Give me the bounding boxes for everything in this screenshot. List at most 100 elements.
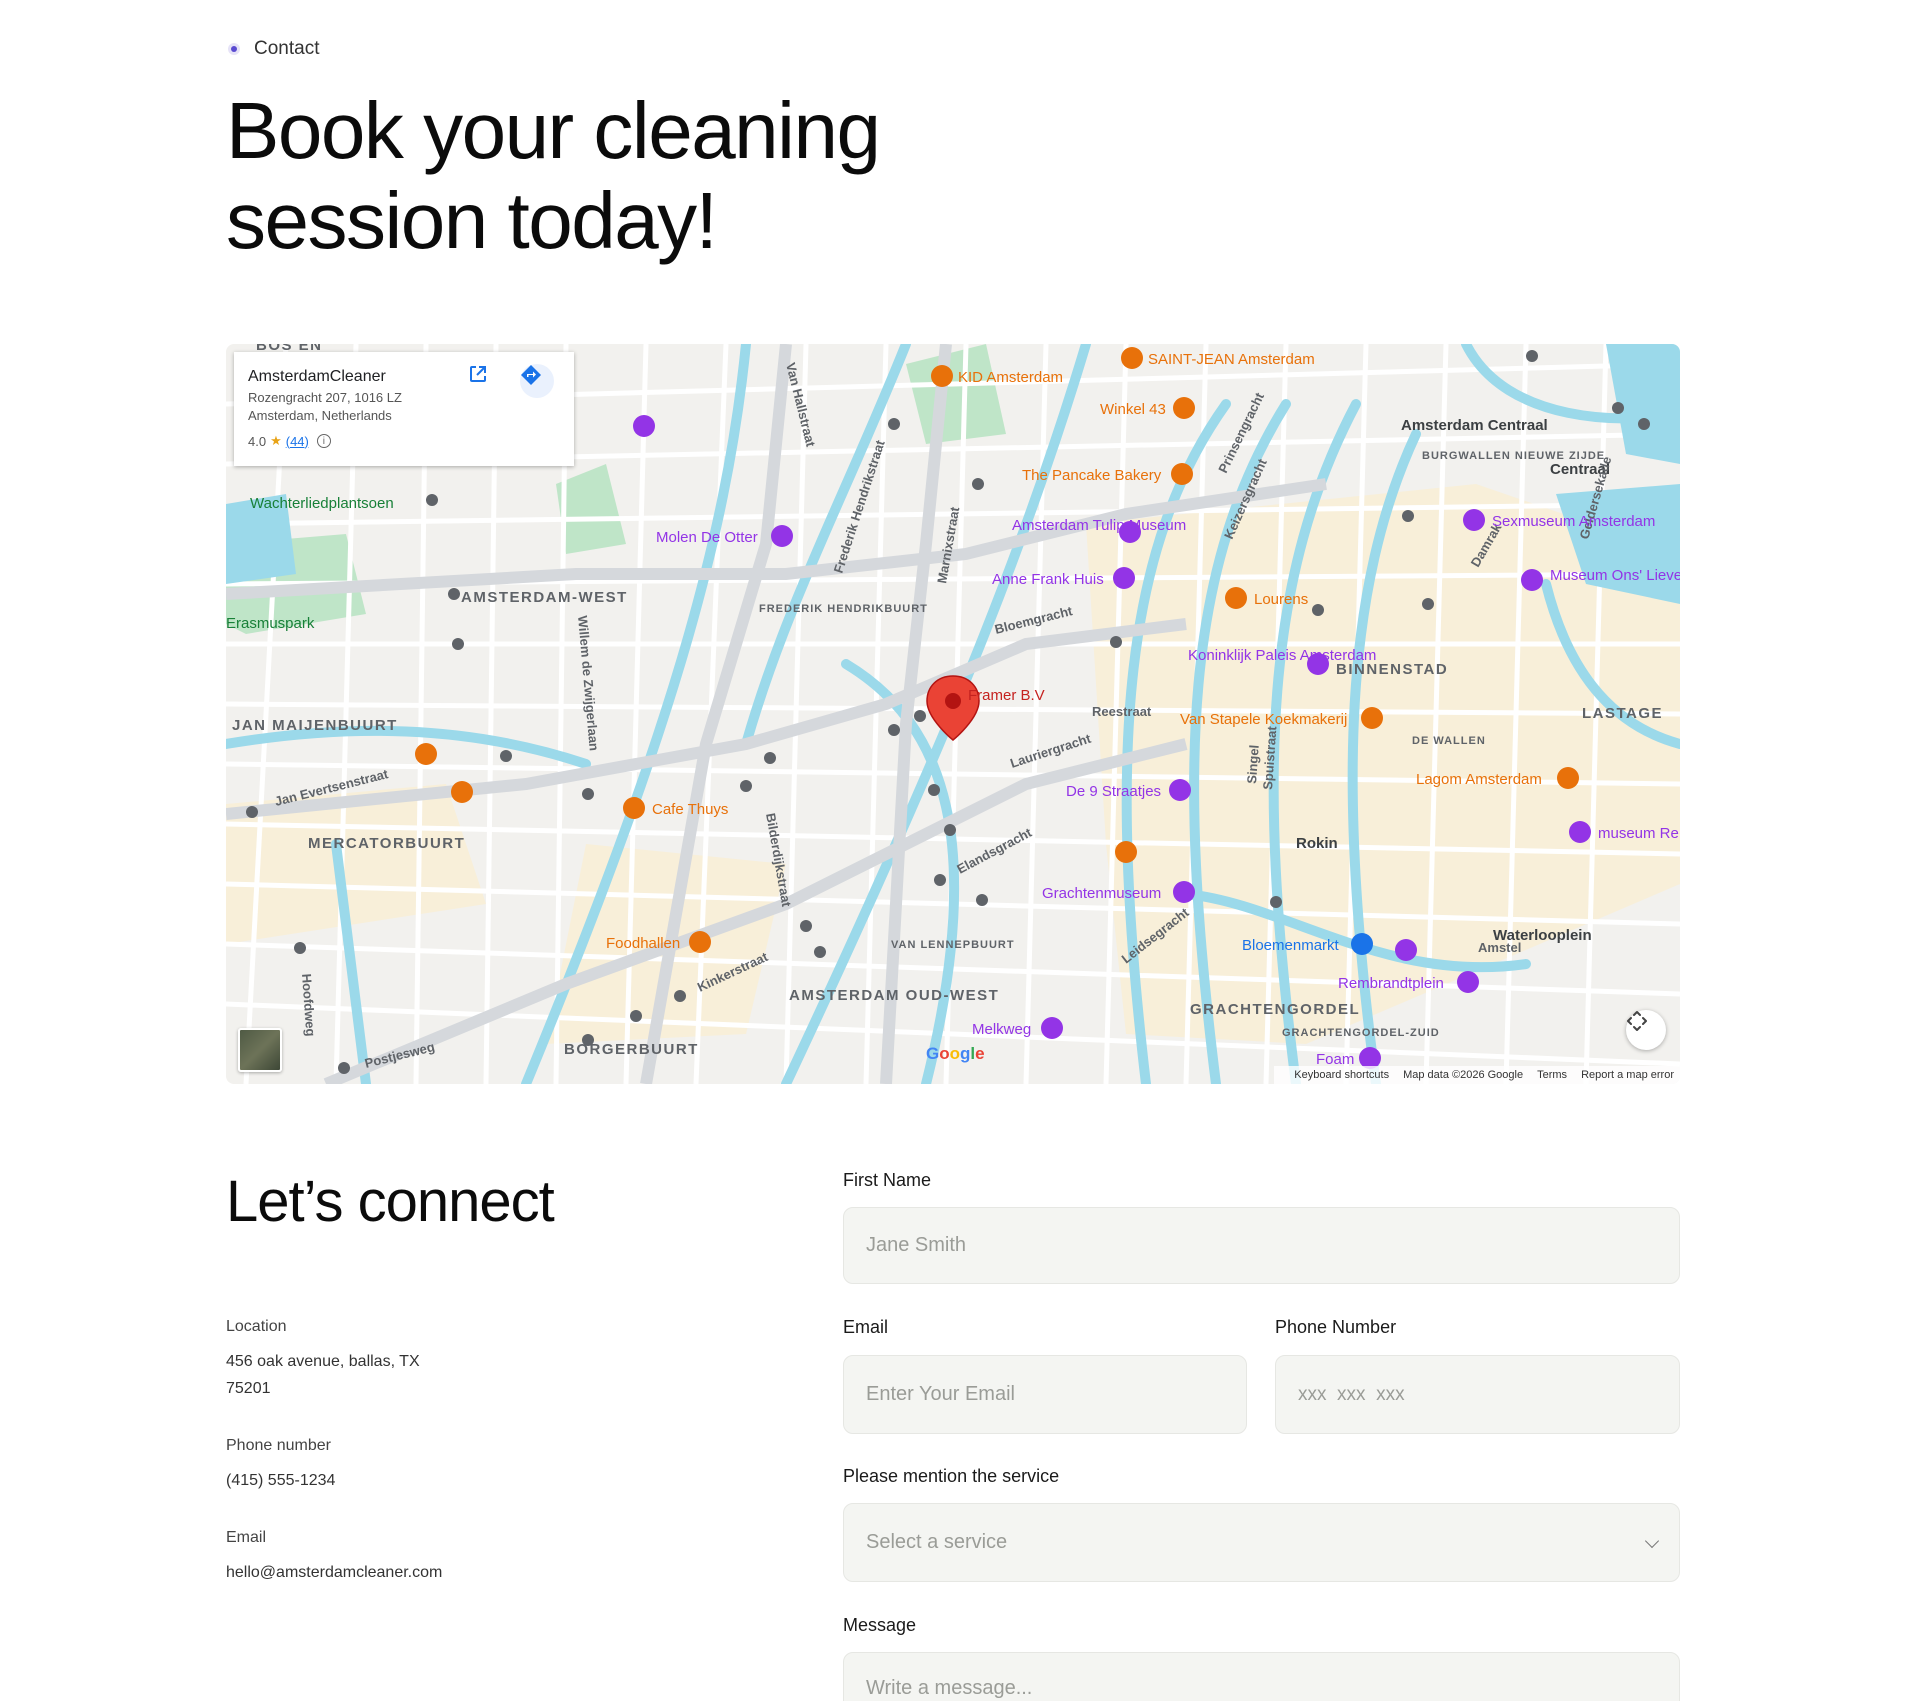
location-info: Location 456 oak avenue, ballas, TX 7520… (226, 1318, 526, 1402)
report-error-link[interactable]: Report a map error (1581, 1069, 1674, 1081)
poi-label[interactable]: Rembrandtplein (1338, 975, 1444, 992)
music-marker-icon[interactable] (1041, 1017, 1063, 1039)
service-select[interactable]: Select a service (843, 1503, 1680, 1582)
first-name-field[interactable]: Jane Smith (843, 1207, 1680, 1284)
eyebrow-dot-icon (228, 43, 240, 55)
poi-label[interactable]: Lourens (1254, 591, 1308, 608)
poi-label[interactable]: Foodhallen (606, 935, 680, 952)
poi-label[interactable]: Molen De Otter (656, 529, 758, 546)
museum-marker-icon[interactable] (1173, 881, 1195, 903)
email-field[interactable]: Enter Your Email (843, 1355, 1247, 1434)
phone-field[interactable]: xxx xxx xxx (1275, 1355, 1680, 1434)
landmark-marker-icon[interactable] (1395, 939, 1417, 961)
place-info-card: AmsterdamCleaner Rozengracht 207, 1016 L… (234, 352, 574, 466)
star-icon: ★ (270, 433, 282, 448)
restaurant-marker-icon[interactable] (931, 365, 953, 387)
restaurant-marker-icon[interactable] (1121, 347, 1143, 369)
restaurant-marker-icon[interactable] (415, 743, 437, 765)
poi-label[interactable]: Melkweg (972, 1021, 1031, 1038)
museum-marker-icon[interactable] (1569, 821, 1591, 843)
map-street-label: Elandsgracht (954, 824, 1034, 876)
google-logo: Google (926, 1044, 985, 1063)
map-label-station: Rokin (1296, 835, 1338, 852)
landmark-marker-icon[interactable] (633, 415, 655, 437)
message-label: Message (843, 1615, 917, 1635)
directions-button[interactable] (520, 364, 554, 398)
museum-marker-icon[interactable] (1521, 569, 1543, 591)
museum-marker-icon[interactable] (1113, 567, 1135, 589)
map-label-district: VAN LENNEPBUURT (891, 939, 1015, 951)
email-label: Email (226, 1529, 267, 1546)
landmark-marker-icon[interactable] (771, 525, 793, 547)
connect-heading: Let’s connect (226, 1169, 555, 1234)
poi-label[interactable]: Lagom Amsterdam (1416, 771, 1542, 788)
restaurant-marker-icon[interactable] (1171, 463, 1193, 485)
map-label-park: Wachterliedplantsoen (250, 495, 394, 512)
bar-marker-icon[interactable] (623, 797, 645, 819)
open-in-maps-button[interactable] (468, 364, 502, 398)
phone-value: (415) 555-1234 (226, 1472, 336, 1489)
poi-label[interactable]: Museum Ons' Lieve Heer op Solder (1550, 567, 1680, 584)
map-label-park: Erasmuspark (226, 615, 315, 632)
keyboard-shortcuts-link[interactable]: Keyboard shortcuts (1294, 1069, 1389, 1081)
pin-label[interactable]: Framer B.V (968, 687, 1045, 704)
poi-label[interactable]: museum Re (1598, 825, 1679, 842)
fullscreen-button[interactable] (1626, 1010, 1666, 1050)
museum-marker-icon[interactable] (1463, 509, 1485, 531)
cafe-marker-icon[interactable] (1173, 397, 1195, 419)
restaurant-marker-icon[interactable] (451, 781, 473, 803)
info-icon[interactable]: i (316, 434, 331, 448)
location-label: Location (226, 1318, 287, 1335)
poi-label[interactable]: De 9 Straatjes (1066, 783, 1161, 800)
location-pin-icon[interactable] (926, 675, 980, 741)
location-value: 456 oak avenue, ballas, TX 75201 (226, 1353, 420, 1397)
map-label-district: MERCATORBUURT (308, 835, 465, 852)
poi-label[interactable]: The Pancake Bakery (1022, 467, 1162, 484)
restaurant-marker-icon[interactable] (1115, 841, 1137, 863)
eyebrow-label: Contact (254, 38, 320, 59)
satellite-toggle-button[interactable] (238, 1028, 282, 1072)
map-label-district: AMSTERDAM-WEST (461, 589, 628, 606)
place-address-line2: Amsterdam, Netherlands (248, 408, 392, 423)
poi-label[interactable]: Winkel 43 (1100, 401, 1166, 418)
email-info: Email hello@amsterdamcleaner.com (226, 1529, 526, 1586)
poi-label[interactable]: Anne Frank Huis (992, 571, 1104, 588)
chevron-down-icon (1644, 1533, 1660, 1548)
poi-label[interactable]: Amsterdam Tulip Museum (1012, 517, 1186, 534)
map-label-district: FREDERIK HENDRIKBUURT (759, 603, 928, 615)
map-label-district: GRACHTENGORDEL-ZUID (1282, 1027, 1440, 1039)
poi-label[interactable]: Grachtenmuseum (1042, 885, 1161, 902)
fullscreen-icon (1627, 1011, 1647, 1031)
poi-label[interactable]: Van Stapele Koekmakerij (1180, 711, 1347, 728)
poi-label[interactable]: KID Amsterdam (958, 369, 1063, 386)
map-street-label: Bloemgracht (993, 603, 1074, 637)
place-address-line1: Rozengracht 207, 1016 LZ (248, 390, 402, 405)
restaurant-marker-icon[interactable] (1557, 767, 1579, 789)
service-select-value: Select a service (866, 1531, 1008, 1553)
map-street-label: Amstel (1478, 940, 1521, 955)
map-label-station: Amsterdam Centraal (1401, 417, 1548, 434)
restaurant-marker-icon[interactable] (1361, 707, 1383, 729)
poi-label[interactable]: SAINT-JEAN Amsterdam (1148, 351, 1315, 368)
review-count-link[interactable]: (44) (286, 434, 309, 449)
shopping-marker-icon[interactable] (1169, 779, 1191, 801)
landmark-marker-icon[interactable] (1457, 971, 1479, 993)
email-value[interactable]: hello@amsterdamcleaner.com (226, 1559, 526, 1586)
shopping-cart-marker-icon[interactable] (1351, 933, 1373, 955)
phone-info: Phone number (415) 555-1234 (226, 1437, 526, 1494)
poi-label[interactable]: Cafe Thuys (652, 801, 728, 818)
terms-link[interactable]: Terms (1537, 1069, 1567, 1081)
message-textarea[interactable]: Write a message... (843, 1652, 1680, 1701)
section-eyebrow: Contact (228, 38, 319, 60)
page-title: Book your cleaning session today! (226, 86, 881, 265)
poi-label[interactable]: Sexmuseum Amsterdam (1492, 513, 1655, 530)
map-street-label: Willem de Zwijgerlaan (575, 615, 602, 752)
map-embed[interactable]: AMSTERDAM-WEST BINNENSTAD JAN MAIJENBUUR… (226, 344, 1680, 1084)
poi-label[interactable]: Bloemenmarkt (1242, 937, 1340, 954)
map-street-label: Postjesweg (363, 1039, 436, 1071)
directions-icon (521, 365, 541, 385)
poi-label[interactable]: Koninklijk Paleis Amsterdam (1188, 647, 1376, 664)
cafe-marker-icon[interactable] (1225, 587, 1247, 609)
restaurant-marker-icon[interactable] (689, 931, 711, 953)
rating-value: 4.0 (248, 433, 267, 449)
